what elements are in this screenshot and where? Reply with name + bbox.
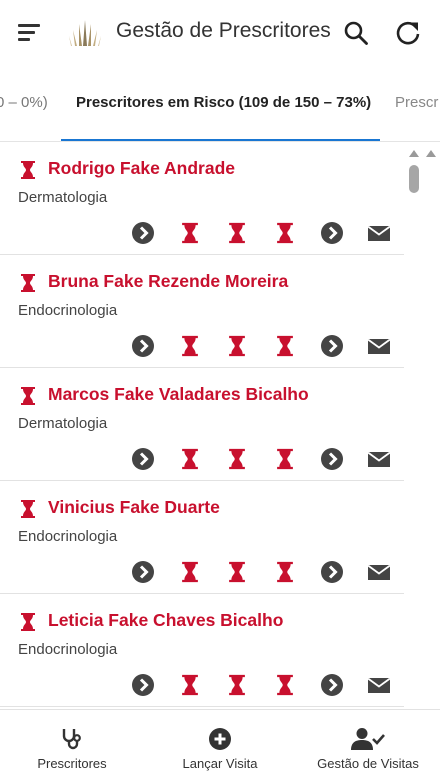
prescriber-card[interactable]: Leticia Fake Chaves Bicalho Endocrinolog… [0, 594, 404, 707]
hourglass-icon[interactable] [276, 560, 294, 584]
stethoscope-icon [62, 729, 81, 750]
hourglass-icon[interactable] [181, 560, 199, 584]
envelope-icon[interactable] [367, 560, 391, 584]
card-actions [131, 334, 396, 358]
chevron-right-circle-icon[interactable] [320, 673, 344, 697]
nav-visit-management-label: Gestão de Visitas [317, 756, 419, 771]
chevron-right-circle-icon[interactable] [131, 221, 155, 245]
prescriber-card[interactable]: Vinicius Fake Duarte Endocrinologia [0, 481, 404, 594]
hourglass-icon [21, 161, 35, 179]
chevron-right-circle-icon[interactable] [131, 447, 155, 471]
hourglass-icon[interactable] [228, 673, 246, 697]
chevron-right-circle-icon[interactable] [320, 221, 344, 245]
tab-next[interactable]: Prescr [395, 94, 438, 111]
tab-prescribers-at-risk[interactable]: Prescritores em Risco (109 de 150 – 73%) [76, 94, 371, 111]
hourglass-icon[interactable] [276, 673, 294, 697]
hourglass-icon [21, 274, 35, 292]
add-circle-icon [209, 728, 231, 750]
hourglass-icon[interactable] [276, 447, 294, 471]
hourglass-icon [21, 500, 35, 518]
hourglass-icon[interactable] [181, 447, 199, 471]
chevron-right-circle-icon[interactable] [320, 560, 344, 584]
hourglass-icon[interactable] [228, 334, 246, 358]
chevron-right-circle-icon[interactable] [320, 447, 344, 471]
nav-prescribers[interactable]: Prescritores [22, 710, 122, 782]
prescriber-specialty: Endocrinologia [18, 641, 118, 658]
prescriber-card[interactable]: Rodrigo Fake Andrade Dermatologia [0, 142, 404, 255]
scrollbar-track[interactable] [406, 142, 440, 708]
envelope-icon[interactable] [367, 221, 391, 245]
page-title: Gestão de Prescritores [116, 19, 331, 42]
card-actions [131, 560, 396, 584]
envelope-icon[interactable] [367, 673, 391, 697]
scrollbar-thumb[interactable] [409, 165, 419, 193]
search-icon[interactable] [343, 20, 369, 46]
hourglass-icon[interactable] [181, 334, 199, 358]
hourglass-icon[interactable] [276, 334, 294, 358]
hamburger-menu-icon[interactable] [18, 22, 42, 42]
nav-visit-management[interactable]: Gestão de Visitas [306, 710, 430, 782]
tab-bar: 0 – 0%) Prescritores em Risco (109 de 15… [0, 66, 440, 142]
nav-prescribers-label: Prescritores [37, 756, 107, 771]
nav-add-visit-label: Lançar Visita [182, 756, 258, 771]
chevron-right-circle-icon[interactable] [131, 334, 155, 358]
card-actions [131, 221, 396, 245]
prescriber-list: Rodrigo Fake Andrade Dermatologia Bruna … [0, 142, 406, 708]
refresh-icon[interactable] [394, 19, 422, 47]
envelope-icon[interactable] [367, 447, 391, 471]
chevron-right-circle-icon[interactable] [320, 334, 344, 358]
prescriber-card[interactable]: Marcos Fake Valadares Bicalho Dermatolog… [0, 368, 404, 481]
card-actions [131, 447, 396, 471]
hourglass-icon[interactable] [228, 447, 246, 471]
prescriber-name[interactable]: Vinicius Fake Duarte [48, 497, 220, 518]
card-actions [131, 673, 396, 697]
user-check-icon [351, 728, 385, 750]
scroll-up-arrows-icon[interactable] [406, 148, 440, 158]
prescriber-specialty: Endocrinologia [18, 528, 118, 545]
prescriber-specialty: Endocrinologia [18, 302, 118, 319]
hourglass-icon[interactable] [228, 560, 246, 584]
nav-add-visit[interactable]: Lançar Visita [170, 710, 270, 782]
bottom-navigation: Prescritores Lançar Visita Gestão de Vis… [0, 709, 440, 782]
chevron-right-circle-icon[interactable] [131, 673, 155, 697]
tab-previous[interactable]: 0 – 0%) [0, 94, 48, 111]
hourglass-icon [21, 387, 35, 405]
envelope-icon[interactable] [367, 334, 391, 358]
hourglass-icon [21, 613, 35, 631]
prescriber-name[interactable]: Marcos Fake Valadares Bicalho [48, 384, 309, 405]
hourglass-icon[interactable] [228, 221, 246, 245]
hourglass-icon[interactable] [181, 673, 199, 697]
chevron-right-circle-icon[interactable] [131, 560, 155, 584]
hourglass-icon[interactable] [276, 221, 294, 245]
prescriber-name[interactable]: Bruna Fake Rezende Moreira [48, 271, 288, 292]
prescriber-name[interactable]: Leticia Fake Chaves Bicalho [48, 610, 283, 631]
prescriber-name[interactable]: Rodrigo Fake Andrade [48, 158, 235, 179]
prescriber-specialty: Dermatologia [18, 415, 108, 432]
hourglass-icon[interactable] [181, 221, 199, 245]
app-bar: Gestão de Prescritores [0, 0, 440, 66]
prescriber-specialty: Dermatologia [18, 189, 108, 206]
prescriber-card[interactable]: Bruna Fake Rezende Moreira Endocrinologi… [0, 255, 404, 368]
brand-logo-icon [69, 20, 101, 46]
